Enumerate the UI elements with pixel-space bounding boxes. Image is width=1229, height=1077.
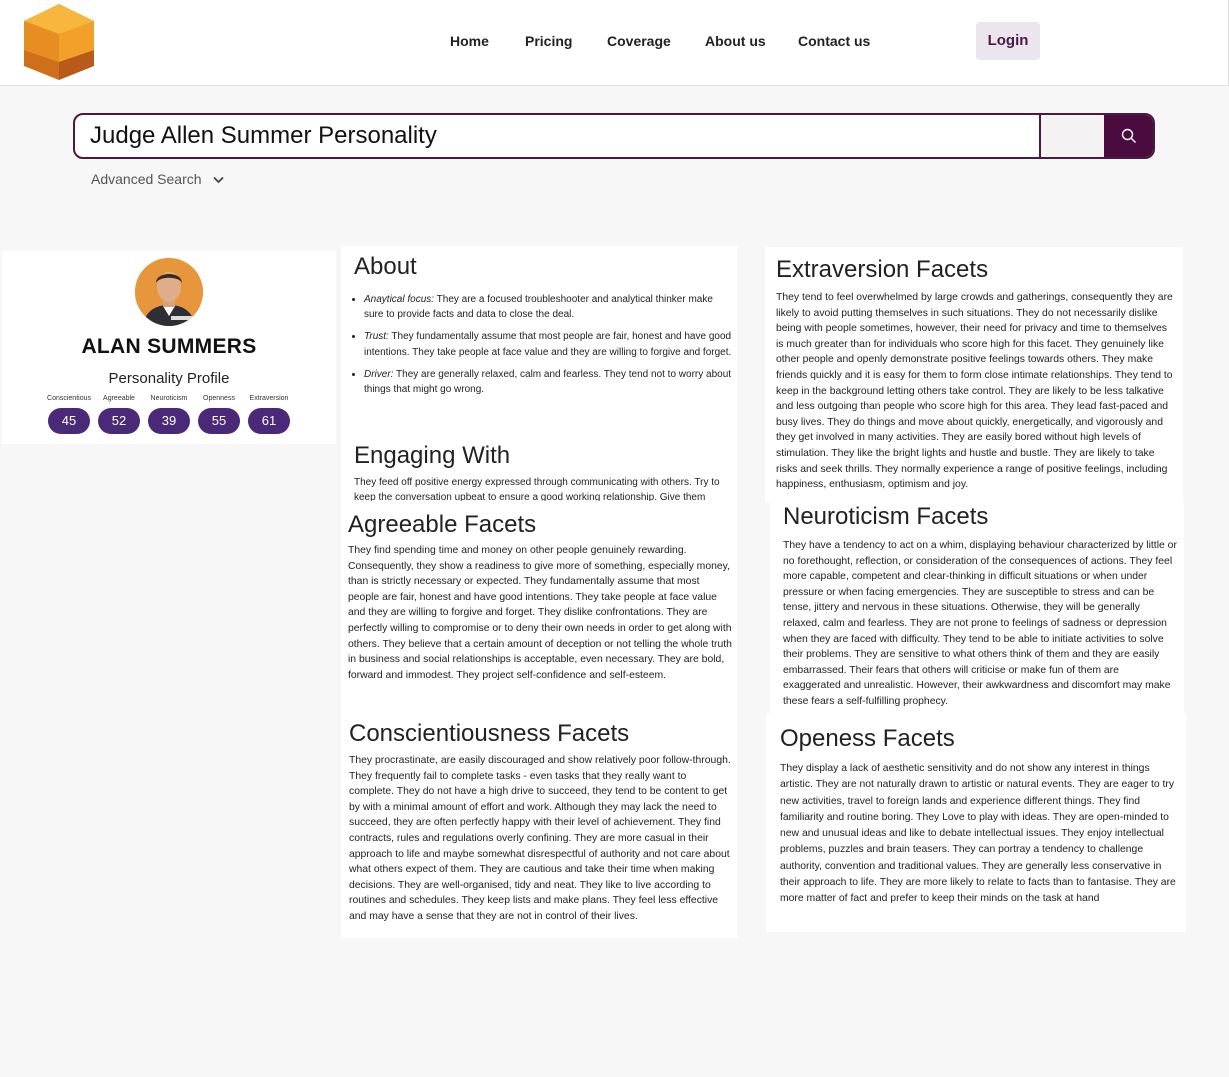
search-button[interactable]	[1104, 115, 1153, 157]
trait-score-badge: 39	[148, 408, 190, 434]
advanced-search-label: Advanced Search	[91, 171, 202, 187]
trait-score-badge: 61	[248, 408, 290, 434]
profile-subtitle: Personality Profile	[108, 370, 230, 387]
conscientiousness-text: They procrastinate, are easily discourag…	[349, 755, 731, 922]
trait-score-badge: 45	[48, 408, 90, 434]
search-icon	[1121, 128, 1136, 143]
conscientiousness-title: Conscientiousness Facets	[349, 720, 630, 747]
engaging-title: Engaging With	[354, 442, 511, 469]
about-title: About	[354, 253, 417, 280]
login-button[interactable]: Login	[976, 22, 1040, 60]
trait-score-badge: 52	[98, 408, 140, 434]
extraversion-card: Extraversion Facets They tend to feel ov…	[765, 247, 1183, 503]
avatar	[135, 258, 203, 326]
extraversion-title: Extraversion Facets	[776, 256, 989, 283]
search-bar	[73, 113, 1155, 159]
about-card: About Anaytical focus: They are a focuse…	[341, 246, 737, 501]
profile-name: ALAN SUMMERS	[81, 335, 257, 358]
about-item-text: They are generally relaxed, calm and fea…	[364, 368, 732, 396]
openness-title: Openess Facets	[780, 725, 955, 752]
nav-pricing[interactable]: Pricing	[525, 33, 572, 49]
nav-home[interactable]: Home	[450, 33, 489, 49]
trait-extraversion: Extraversion 61	[239, 395, 299, 434]
openness-card: Openess Facets They display a lack of ae…	[766, 713, 1186, 932]
about-list: Anaytical focus: They are a focused trou…	[364, 292, 734, 404]
nav-contact-us[interactable]: Contact us	[798, 33, 870, 49]
neuroticism-card: Neuroticism Facets They have a tendency …	[770, 503, 1184, 713]
about-item-driver: Driver: They are generally relaxed, calm…	[364, 367, 734, 397]
agreeable-conscientious-card: Agreeable Facets They find spending time…	[341, 501, 737, 938]
trait-label: Extraversion	[249, 395, 289, 402]
chevron-down-icon	[213, 176, 224, 184]
search-filter-slot[interactable]	[1039, 115, 1104, 157]
about-item-text: They fundamentally assume that most peop…	[364, 331, 732, 358]
about-item-term: Driver:	[364, 368, 394, 380]
neuroticism-title: Neuroticism Facets	[783, 503, 989, 530]
about-item-analytical-focus: Anaytical focus: They are a focused trou…	[364, 292, 734, 322]
engaging-text: They feed off positive energy expressed …	[354, 477, 720, 501]
site-header: Home Pricing Coverage About us Contact u…	[0, 0, 1229, 86]
about-item-trust: Trust: They fundamentally assume that mo…	[364, 329, 734, 359]
nav-coverage[interactable]: Coverage	[607, 33, 671, 49]
profile-card: ALAN SUMMERS Personality Profile Conscie…	[2, 251, 336, 444]
trait-score-badge: 55	[198, 408, 240, 434]
advanced-search-toggle[interactable]: Advanced Search	[91, 171, 224, 187]
agreeable-text: They find spending time and money on oth…	[348, 545, 732, 681]
nav-about-us[interactable]: About us	[705, 33, 766, 49]
about-item-term: Trust:	[364, 331, 389, 343]
about-item-term: Anaytical focus:	[364, 294, 435, 305]
main-nav: Home Pricing Coverage About us Contact u…	[0, 33, 1229, 53]
agreeable-title: Agreeable Facets	[348, 511, 537, 538]
neuroticism-text: They have a tendency to act on a whim, d…	[783, 540, 1177, 707]
extraversion-text: They tend to feel overwhelmed by large c…	[776, 292, 1173, 491]
search-input[interactable]	[75, 115, 1041, 157]
openness-text: They display a lack of aesthetic sensiti…	[780, 763, 1176, 905]
